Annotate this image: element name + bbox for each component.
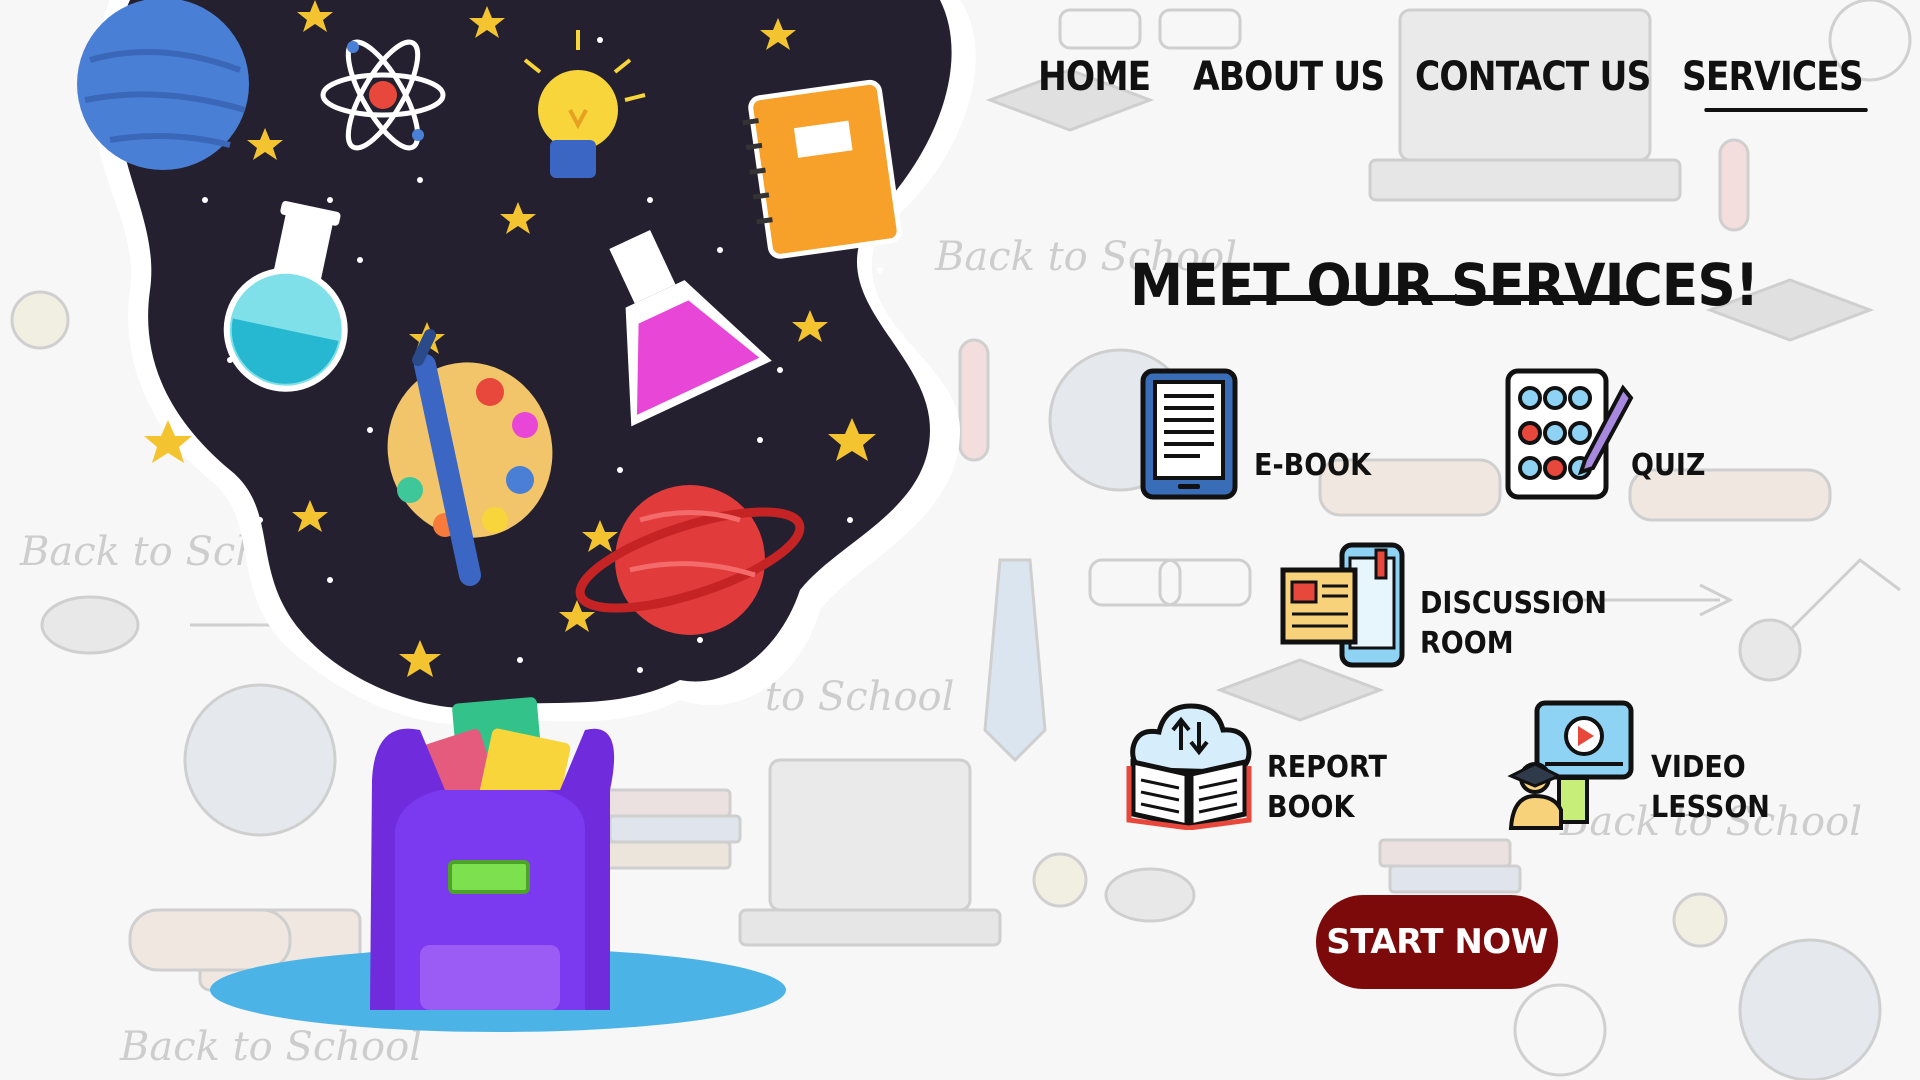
- service-label: REPORT: [1267, 750, 1387, 785]
- service-discussion-room[interactable]: DISCUSSION ROOM: [1280, 542, 1610, 672]
- main-nav: HOME ABOUT US CONTACT US SERVICES: [1030, 54, 1880, 114]
- backpack-icon: [370, 697, 615, 1010]
- service-video-lesson[interactable]: VIDEO LESSON: [1505, 700, 1805, 836]
- video-lesson-icon: [1507, 700, 1634, 830]
- service-label: LESSON: [1651, 790, 1770, 825]
- service-label: DISCUSSION: [1420, 586, 1607, 621]
- service-label: E-BOOK: [1254, 448, 1372, 483]
- service-ebook[interactable]: E-BOOK: [1140, 368, 1390, 504]
- service-label: BOOK: [1267, 790, 1355, 825]
- page-title: MEET OUR SERVICES!: [1130, 250, 1759, 319]
- hero-illustration: [77, 0, 976, 1032]
- title-underline: [1238, 295, 1638, 301]
- start-now-button[interactable]: START NOW: [1316, 895, 1558, 989]
- nav-services[interactable]: SERVICES: [1682, 54, 1869, 112]
- service-label: ROOM: [1420, 626, 1514, 661]
- service-label: VIDEO: [1651, 750, 1746, 785]
- service-quiz[interactable]: QUIZ: [1505, 368, 1725, 504]
- nav-contact-us[interactable]: CONTACT US: [1415, 54, 1651, 100]
- report-book-icon: [1126, 703, 1252, 830]
- nav-about-us[interactable]: ABOUT US: [1193, 54, 1385, 100]
- nav-home[interactable]: HOME: [1038, 54, 1151, 100]
- ebook-reader-icon: [1140, 368, 1238, 500]
- service-report-book[interactable]: REPORT BOOK: [1125, 700, 1425, 836]
- discussion-room-icon: [1280, 542, 1405, 668]
- quiz-sheet-icon: [1505, 368, 1634, 500]
- service-label: QUIZ: [1631, 448, 1706, 483]
